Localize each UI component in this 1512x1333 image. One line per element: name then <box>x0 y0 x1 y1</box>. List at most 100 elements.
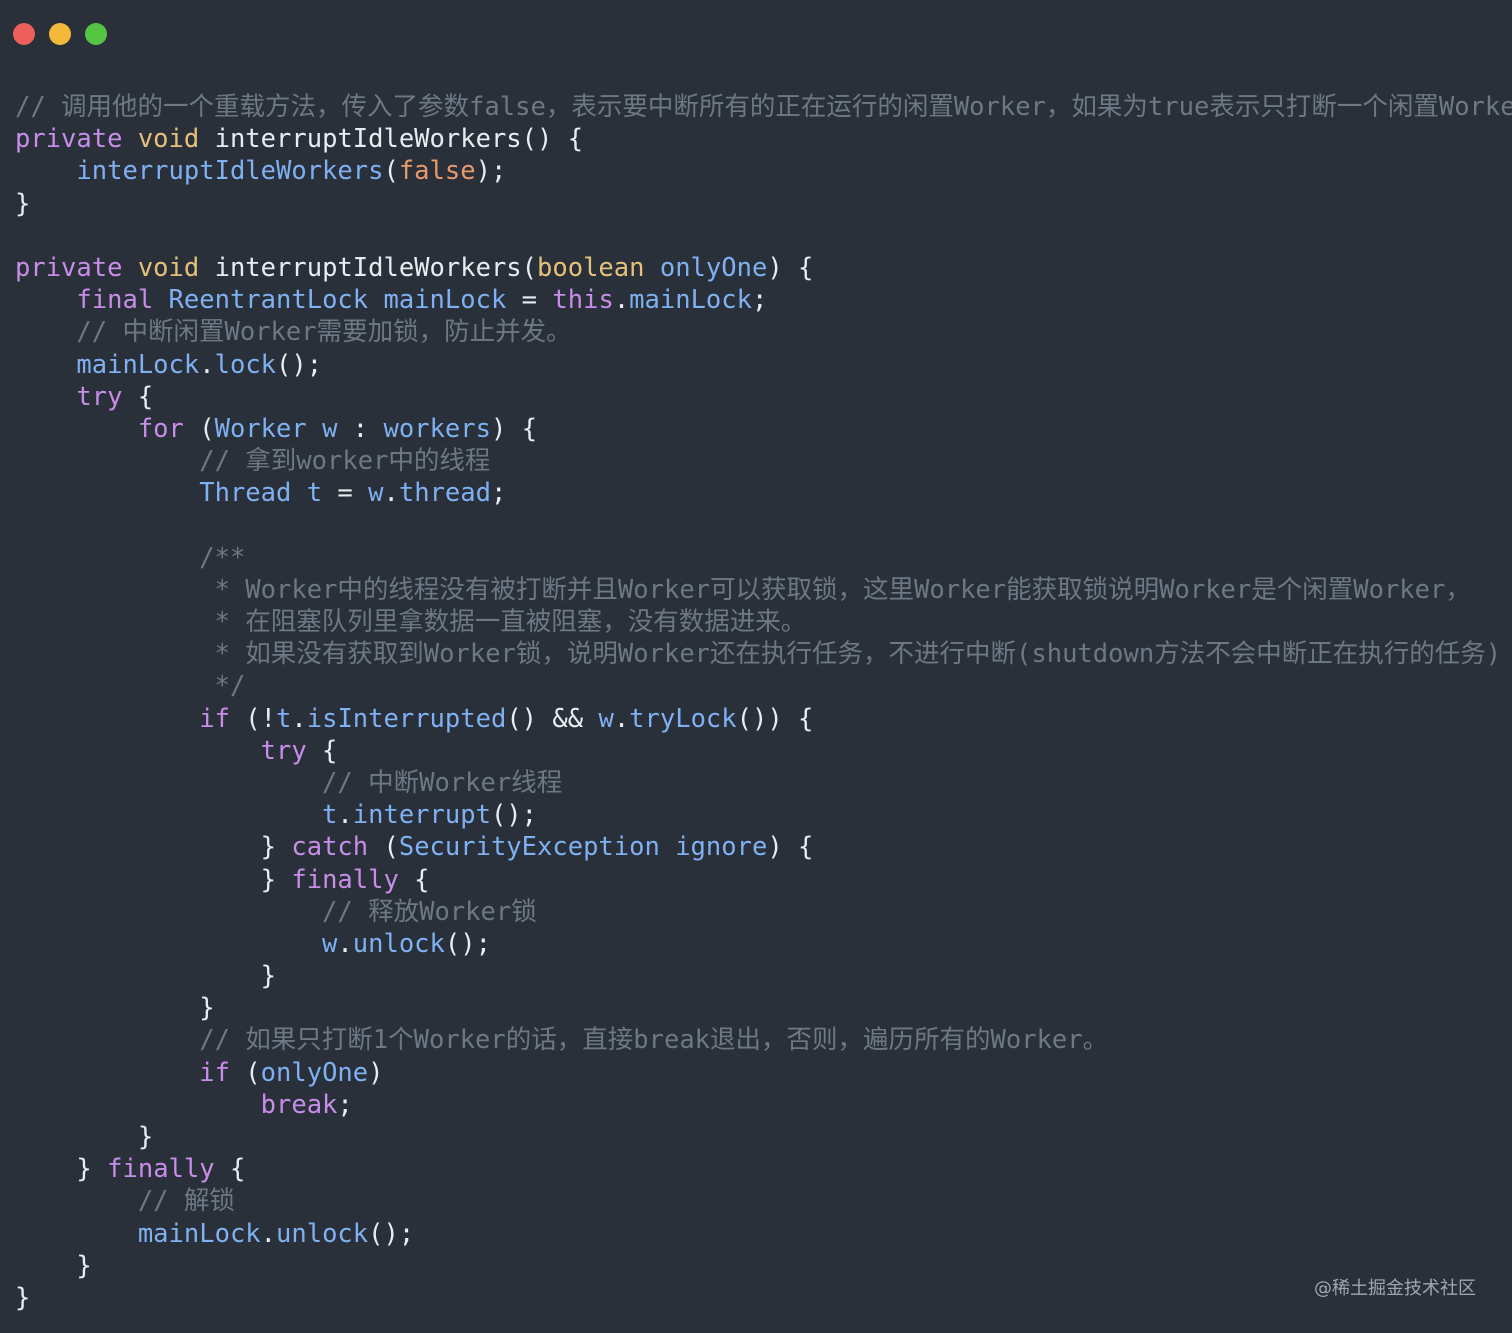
code-token: . <box>337 800 353 831</box>
code-line: // 解锁 <box>15 1185 1512 1217</box>
code-token: unlock <box>352 928 445 959</box>
code-token: onlyOne <box>659 252 768 283</box>
code-line: // 调用他的一个重载方法，传入了参数false，表示要中断所有的正在运行的闲置… <box>15 91 1512 123</box>
close-dot-icon[interactable] <box>13 23 35 45</box>
traffic-lights <box>13 23 107 45</box>
code-comment: // 释放Worker锁 <box>322 896 537 927</box>
code-token: SecurityException <box>398 832 660 863</box>
code-line: } <box>15 188 1512 220</box>
code-token: Worker <box>214 413 307 444</box>
code-token: t <box>276 703 292 734</box>
code-token: { <box>306 735 338 766</box>
code-token: lock <box>214 349 277 380</box>
code-line: } finally { <box>15 1153 1512 1185</box>
code-token: ) { <box>490 413 538 444</box>
code-line: } catch (SecurityException ignore) { <box>15 831 1512 863</box>
code-comment: // 中断Worker线程 <box>322 767 563 798</box>
code-token: { <box>398 864 430 895</box>
code-token: w <box>368 478 384 509</box>
watermark: @稀土掘金技术社区 <box>1314 1278 1476 1299</box>
code-token: unlock <box>276 1218 369 1249</box>
code-line: private void interruptIdleWorkers(boolea… <box>15 252 1512 284</box>
code-token: ) { <box>767 252 814 283</box>
code-token: } <box>260 864 292 895</box>
code-line: break; <box>15 1089 1512 1121</box>
code-comment: */ <box>214 671 246 702</box>
code-block: // 调用他的一个重载方法，传入了参数false，表示要中断所有的正在运行的闲置… <box>15 91 1512 1314</box>
code-token: w <box>598 703 614 734</box>
code-line: t.interrupt(); <box>15 799 1512 831</box>
code-line: try { <box>15 381 1512 413</box>
code-line: // 如果只打断1个Worker的话，直接break退出，否则，遍历所有的Wor… <box>15 1024 1512 1056</box>
code-token: (); <box>368 1218 415 1249</box>
code-token: interruptIdleWorkers <box>76 156 384 187</box>
code-token: interrupt <box>352 800 491 831</box>
code-token: : <box>337 413 384 444</box>
minimize-dot-icon[interactable] <box>49 23 71 45</box>
code-token: break <box>260 1089 338 1120</box>
code-token: ( <box>183 413 215 444</box>
code-token: boolean <box>537 252 645 283</box>
code-line: } <box>15 960 1512 992</box>
code-comment: * Worker中的线程没有被打断并且Worker可以获取锁，这里Worker能… <box>214 574 1471 605</box>
code-token: mainLock <box>76 349 200 380</box>
code-token: ( <box>229 1057 261 1088</box>
code-token: Thread <box>199 478 292 509</box>
code-comment: // 如果只打断1个Worker的话，直接break退出，否则，遍历所有的Wor… <box>199 1025 1109 1056</box>
code-line: final ReentrantLock mainLock = this.main… <box>15 284 1512 316</box>
code-token: } <box>15 188 31 219</box>
code-line: try { <box>15 735 1512 767</box>
code-token: ( <box>368 832 399 863</box>
code-token: try <box>76 381 123 412</box>
code-token: ) { <box>767 832 814 863</box>
maximize-dot-icon[interactable] <box>85 23 107 45</box>
code-token: ) <box>368 1057 384 1088</box>
code-token: . <box>613 285 630 316</box>
code-token: . <box>199 349 215 380</box>
code-token: } <box>260 961 276 992</box>
code-token: tryLock <box>629 703 737 734</box>
code-token: interruptIdleWorkers( <box>199 252 538 283</box>
code-comment: // 解锁 <box>137 1186 235 1217</box>
code-line: * Worker中的线程没有被打断并且Worker可以获取锁，这里Worker能… <box>15 574 1512 606</box>
code-comment: * 如果没有获取到Worker锁，说明Worker还在执行任务，不进行中断(sh… <box>214 639 1502 670</box>
code-token: catch <box>291 832 369 863</box>
code-token: (); <box>444 928 491 959</box>
code-token: if <box>199 703 230 734</box>
code-token: = <box>322 478 369 509</box>
code-line: } <box>15 1250 1512 1282</box>
code-token: ; <box>337 1089 353 1120</box>
code-comment: * 在阻塞队列里拿数据一直被阻塞，没有数据进来。 <box>214 607 807 637</box>
code-token: (); <box>276 349 323 380</box>
code-line: private void interruptIdleWorkers() { <box>15 123 1512 155</box>
code-token: . <box>337 928 353 959</box>
code-token: if <box>199 1057 230 1088</box>
code-token: t <box>306 478 323 509</box>
code-line: * 如果没有获取到Worker锁，说明Worker还在执行任务，不进行中断(sh… <box>15 638 1512 670</box>
code-token: thread <box>398 478 491 509</box>
code-line: // 拿到worker中的线程 <box>15 445 1512 477</box>
code-line: * 在阻塞队列里拿数据一直被阻塞，没有数据进来。 <box>15 606 1512 638</box>
code-token: . <box>260 1218 277 1249</box>
code-token: isInterrupted <box>306 703 507 734</box>
code-token: for <box>137 413 184 444</box>
code-token: w <box>322 928 338 959</box>
